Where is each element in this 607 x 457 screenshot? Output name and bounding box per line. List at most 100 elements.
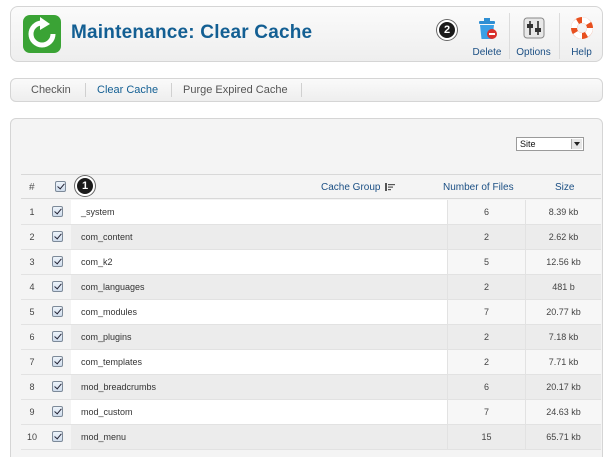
table-row: 3 com_k2 5 12.56 kb bbox=[21, 250, 601, 275]
row-checkbox-cell bbox=[43, 425, 71, 449]
check-all-checkbox[interactable] bbox=[55, 181, 66, 192]
table-row: 7 com_templates 2 7.71 kb bbox=[21, 350, 601, 375]
row-checkbox[interactable] bbox=[52, 331, 63, 342]
sort-icon bbox=[385, 183, 396, 192]
row-checkbox-cell bbox=[43, 350, 71, 374]
row-checkbox[interactable] bbox=[52, 231, 63, 242]
cache-group-name: mod_breadcrumbs bbox=[71, 375, 447, 399]
row-number: 4 bbox=[29, 282, 35, 292]
help-button[interactable]: Help bbox=[559, 13, 603, 59]
cache-size: 481 b bbox=[525, 275, 601, 299]
cache-size: 8.39 kb bbox=[525, 200, 601, 224]
row-number: 10 bbox=[26, 432, 37, 442]
row-number: 5 bbox=[29, 307, 35, 317]
lifebuoy-icon bbox=[570, 17, 593, 39]
column-header-cache-group[interactable]: Cache Group bbox=[321, 182, 396, 193]
cache-group-name: mod_menu bbox=[71, 425, 447, 449]
options-button[interactable]: Options bbox=[509, 13, 557, 59]
submenu-item-purge-expired-cache[interactable]: Purge Expired Cache bbox=[183, 84, 288, 96]
cache-size: 20.17 kb bbox=[525, 375, 601, 399]
table-row: 10 mod_menu 15 65.71 kb bbox=[21, 425, 601, 450]
table-row: 1 _system 6 8.39 kb bbox=[21, 200, 601, 225]
options-label: Options bbox=[516, 47, 551, 58]
table-row: 5 com_modules 7 20.77 kb bbox=[21, 300, 601, 325]
submenu-divider bbox=[85, 83, 86, 97]
cache-group-name: com_templates bbox=[71, 350, 447, 374]
cache-group-header-label: Cache Group bbox=[321, 182, 381, 193]
row-checkbox-cell bbox=[43, 300, 71, 324]
column-header-number-of-files[interactable]: Number of Files bbox=[443, 182, 514, 193]
cache-size: 2.62 kb bbox=[525, 225, 601, 249]
file-count: 2 bbox=[447, 325, 525, 349]
refresh-logo-icon bbox=[23, 15, 61, 53]
row-number: 6 bbox=[29, 332, 35, 342]
cache-size: 12.56 kb bbox=[525, 250, 601, 274]
file-count: 2 bbox=[447, 275, 525, 299]
row-number: 1 bbox=[29, 207, 35, 217]
row-checkbox[interactable] bbox=[52, 431, 63, 442]
row-checkbox[interactable] bbox=[52, 256, 63, 267]
chevron-down-icon bbox=[571, 139, 582, 149]
client-filter-select[interactable]: Site bbox=[516, 137, 584, 151]
row-checkbox-cell bbox=[43, 375, 71, 399]
cache-group-name: com_content bbox=[71, 225, 447, 249]
row-checkbox[interactable] bbox=[52, 406, 63, 417]
table-header: # 1 Cache Group Number of Files Size bbox=[21, 174, 601, 199]
row-checkbox[interactable] bbox=[52, 356, 63, 367]
row-checkbox-cell bbox=[43, 275, 71, 299]
table-row: 9 mod_custom 7 24.63 kb bbox=[21, 400, 601, 425]
submenu-divider bbox=[171, 83, 172, 97]
table-row: 8 mod_breadcrumbs 6 20.17 kb bbox=[21, 375, 601, 400]
cache-size: 65.71 kb bbox=[525, 425, 601, 449]
row-checkbox-cell bbox=[43, 250, 71, 274]
file-count: 15 bbox=[447, 425, 525, 449]
help-label: Help bbox=[571, 47, 592, 58]
row-number: 3 bbox=[29, 257, 35, 267]
delete-button[interactable]: Delete bbox=[467, 13, 507, 59]
row-number: 7 bbox=[29, 357, 35, 367]
file-count: 7 bbox=[447, 400, 525, 424]
submenu-item-checkin[interactable]: Checkin bbox=[31, 84, 71, 96]
options-icon bbox=[523, 17, 544, 39]
callout-badge-2: 2 bbox=[437, 20, 457, 40]
row-checkbox-cell bbox=[43, 225, 71, 249]
table-row: 2 com_content 2 2.62 kb bbox=[21, 225, 601, 250]
row-number: 8 bbox=[29, 382, 35, 392]
file-count: 6 bbox=[447, 200, 525, 224]
cache-size: 7.18 kb bbox=[525, 325, 601, 349]
submenu-divider bbox=[301, 83, 302, 97]
cache-size: 20.77 kb bbox=[525, 300, 601, 324]
row-checkbox[interactable] bbox=[52, 206, 63, 217]
cache-size: 24.63 kb bbox=[525, 400, 601, 424]
file-count: 5 bbox=[447, 250, 525, 274]
file-count: 2 bbox=[447, 225, 525, 249]
cache-size: 7.71 kb bbox=[525, 350, 601, 374]
delete-label: Delete bbox=[472, 47, 502, 58]
cache-group-name: com_plugins bbox=[71, 325, 447, 349]
file-count: 7 bbox=[447, 300, 525, 324]
cache-group-name: com_k2 bbox=[71, 250, 447, 274]
column-header-number: # bbox=[29, 182, 35, 193]
row-number: 2 bbox=[29, 232, 35, 242]
cache-panel: Site # 1 Cache Group Number of Files Siz… bbox=[10, 118, 603, 457]
page-title: Maintenance: Clear Cache bbox=[71, 22, 313, 43]
row-checkbox[interactable] bbox=[52, 306, 63, 317]
toolbar: Maintenance: Clear Cache 2 Delete Option… bbox=[10, 6, 603, 62]
row-checkbox-cell bbox=[43, 200, 71, 224]
cache-group-name: _system bbox=[71, 200, 447, 224]
cache-group-name: com_modules bbox=[71, 300, 447, 324]
row-checkbox-cell bbox=[43, 325, 71, 349]
row-checkbox-cell bbox=[43, 400, 71, 424]
row-checkbox[interactable] bbox=[52, 281, 63, 292]
trash-icon bbox=[479, 18, 497, 39]
file-count: 2 bbox=[447, 350, 525, 374]
client-filter-value: Site bbox=[520, 139, 536, 149]
table-row: 4 com_languages 2 481 b bbox=[21, 275, 601, 300]
cache-group-name: com_languages bbox=[71, 275, 447, 299]
row-number: 9 bbox=[29, 407, 35, 417]
column-header-size[interactable]: Size bbox=[555, 182, 574, 193]
table-row: 6 com_plugins 2 7.18 kb bbox=[21, 325, 601, 350]
row-checkbox[interactable] bbox=[52, 381, 63, 392]
submenu: Checkin Clear Cache Purge Expired Cache bbox=[10, 78, 603, 102]
submenu-item-clear-cache[interactable]: Clear Cache bbox=[97, 84, 158, 96]
